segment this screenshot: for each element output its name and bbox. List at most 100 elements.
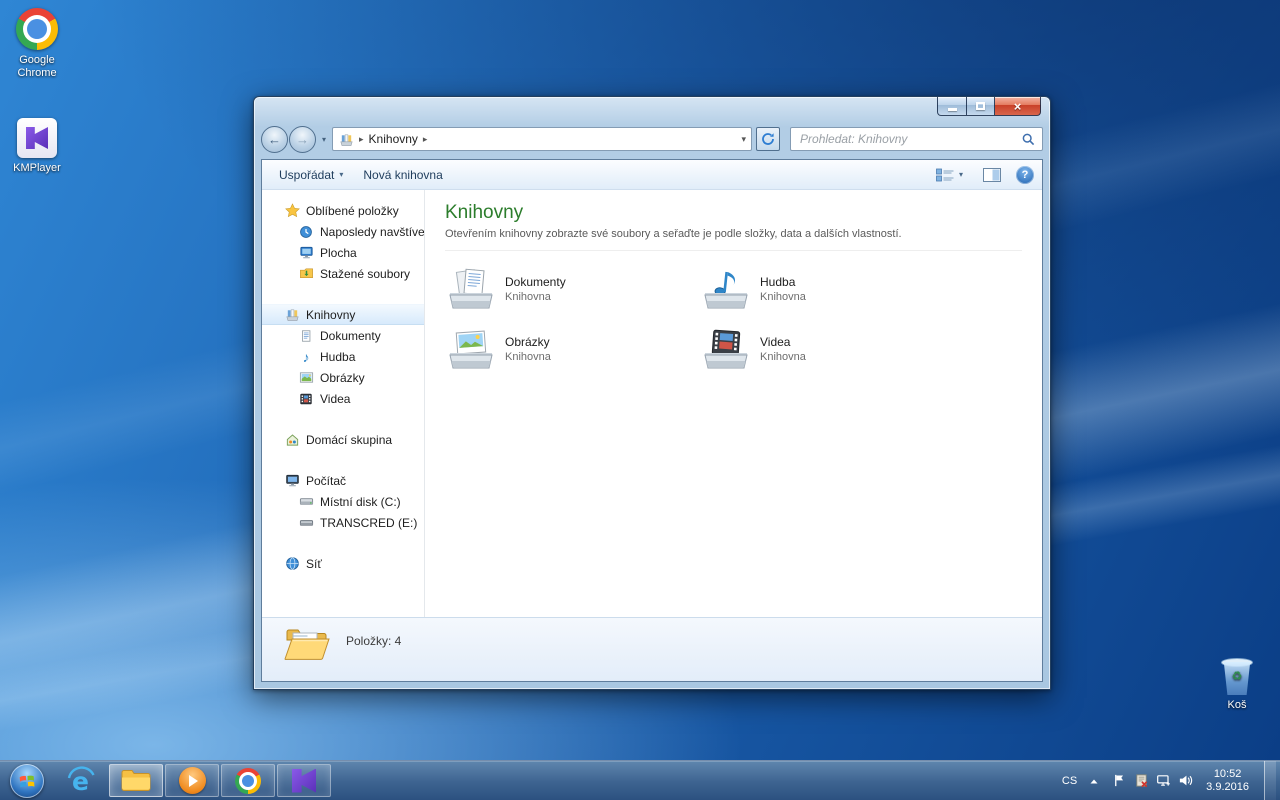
sidebar-item-removable-disk[interactable]: TRANSCRED (E:) bbox=[262, 512, 424, 533]
libraries-group: Knihovny Dokumenty ♪ Hudba Obrázky Videa bbox=[262, 304, 424, 409]
taskbar-ie-button[interactable]: e bbox=[54, 761, 108, 800]
sidebar-item-pictures[interactable]: Obrázky bbox=[262, 367, 424, 388]
maximize-button[interactable] bbox=[966, 97, 995, 116]
show-desktop-button[interactable] bbox=[1264, 761, 1276, 800]
downloads-icon bbox=[298, 266, 314, 282]
help-icon: ? bbox=[1021, 168, 1029, 181]
address-bar[interactable]: ▸ Knihovny ▸ ▾ bbox=[332, 127, 753, 151]
computer-icon bbox=[284, 473, 300, 489]
preview-pane-button[interactable] bbox=[978, 164, 1006, 186]
tray-icons bbox=[1111, 773, 1193, 789]
system-tray: CS 10:52 3.9.2016 bbox=[1062, 761, 1280, 800]
chrome-icon bbox=[16, 8, 58, 50]
network-icon[interactable] bbox=[1155, 773, 1171, 789]
sidebar-item-label: Videa bbox=[320, 391, 351, 406]
organize-label: Uspořádat bbox=[279, 167, 335, 182]
desktop-icon-label: KMPlayer bbox=[13, 162, 61, 174]
sidebar-item-recent[interactable]: Naposledy navštívené bbox=[262, 221, 424, 242]
desktop-icon-label: Koš bbox=[1227, 699, 1247, 711]
title-bar[interactable] bbox=[254, 97, 1050, 123]
sidebar-item-libraries[interactable]: Knihovny bbox=[262, 304, 424, 325]
sidebar-item-videos[interactable]: Videa bbox=[262, 388, 424, 409]
close-button[interactable]: × bbox=[995, 97, 1041, 116]
breadcrumb-segment[interactable]: Knihovny bbox=[369, 132, 418, 146]
language-indicator[interactable]: CS bbox=[1062, 775, 1077, 787]
sidebar-item-documents[interactable]: Dokumenty bbox=[262, 325, 424, 346]
tray-alert-icon[interactable] bbox=[1133, 773, 1149, 789]
library-type: Knihovna bbox=[760, 291, 806, 303]
sidebar-item-music[interactable]: ♪ Hudba bbox=[262, 346, 424, 367]
sidebar-item-label: Knihovny bbox=[306, 307, 356, 322]
sidebar-item-label: TRANSCRED (E:) bbox=[320, 515, 418, 530]
library-item-music[interactable]: Hudba Knihovna bbox=[700, 264, 955, 314]
music-library-icon bbox=[704, 271, 748, 309]
desktop-icon-recycle-bin[interactable]: ♻ Koš bbox=[1200, 655, 1274, 712]
sidebar-item-label: Stažené soubory bbox=[320, 266, 411, 281]
desktop-icon-chrome[interactable]: Google Chrome bbox=[0, 8, 74, 80]
content-pane: Knihovny Otevřením knihovny zobrazte své… bbox=[425, 190, 1042, 617]
search-box bbox=[790, 127, 1043, 151]
internet-explorer-icon: e bbox=[67, 765, 95, 796]
sidebar-item-network[interactable]: Síť bbox=[262, 553, 424, 574]
breadcrumb-chevron-icon[interactable]: ▸ bbox=[423, 134, 428, 145]
media-player-icon bbox=[178, 767, 206, 794]
library-item-pictures[interactable]: Obrázky Knihovna bbox=[445, 324, 700, 374]
search-input[interactable] bbox=[798, 131, 1022, 147]
clock-date: 3.9.2016 bbox=[1206, 780, 1249, 793]
new-library-button[interactable]: Nová knihovna bbox=[354, 164, 451, 186]
change-view-button[interactable]: ▾ bbox=[931, 164, 968, 186]
library-name: Videa bbox=[760, 335, 791, 349]
library-item-documents[interactable]: Dokumenty Knihovna bbox=[445, 264, 700, 314]
taskbar-explorer-button[interactable] bbox=[109, 764, 163, 797]
sidebar-item-downloads[interactable]: Stažené soubory bbox=[262, 263, 424, 284]
library-name: Dokumenty bbox=[505, 275, 566, 289]
minimize-icon bbox=[947, 108, 957, 111]
help-button[interactable]: ? bbox=[1016, 165, 1034, 184]
sidebar-item-label: Naposledy navštívené bbox=[320, 224, 425, 239]
computer-group: Počítač Místní disk (C:) TRANSCRED (E:) bbox=[262, 470, 424, 533]
recycle-bin-icon: ♻ bbox=[1220, 655, 1254, 695]
sidebar-item-label: Počítač bbox=[306, 473, 347, 488]
sidebar-item-label: Oblíbené položky bbox=[306, 203, 399, 218]
folder-icon bbox=[121, 770, 151, 791]
maximize-icon bbox=[976, 102, 985, 110]
back-button[interactable]: ← bbox=[261, 125, 288, 153]
caption-buttons: × bbox=[937, 97, 1041, 116]
organize-button[interactable]: Uspořádat ▾ bbox=[270, 164, 352, 186]
address-dropdown-icon[interactable]: ▾ bbox=[741, 134, 746, 145]
items-count: Položky: 4 bbox=[346, 634, 402, 648]
library-type: Knihovna bbox=[760, 351, 806, 363]
folder-large-icon bbox=[284, 629, 330, 660]
minimize-button[interactable] bbox=[937, 97, 966, 116]
sidebar-item-desktop[interactable]: Plocha bbox=[262, 242, 424, 263]
sidebar-item-favorites[interactable]: Oblíbené položky bbox=[262, 200, 424, 221]
desktop-icon-kmplayer[interactable]: KMPlayer bbox=[0, 118, 74, 175]
sidebar-item-local-disk[interactable]: Místní disk (C:) bbox=[262, 491, 424, 512]
page-subtitle: Otevřením knihovny zobrazte své soubory … bbox=[445, 228, 1022, 251]
sidebar-item-label: Dokumenty bbox=[320, 328, 381, 343]
library-item-videos[interactable]: Videa Knihovna bbox=[700, 324, 955, 374]
documents-icon bbox=[298, 328, 314, 344]
clock-time: 10:52 bbox=[1213, 767, 1242, 780]
details-pane: Položky: 4 bbox=[262, 617, 1042, 681]
recent-places-icon bbox=[298, 224, 314, 240]
dropdown-caret-icon: ▾ bbox=[958, 170, 963, 179]
libraries-grid: Dokumenty Knihovna Hudba Knihovna Obrázk… bbox=[445, 264, 1022, 374]
preview-pane-icon bbox=[983, 167, 1001, 182]
forward-button[interactable]: → bbox=[289, 125, 316, 153]
history-dropdown-icon[interactable]: ▾ bbox=[322, 135, 326, 144]
desktop-monitor-icon bbox=[298, 245, 314, 261]
taskbar-chrome-button[interactable] bbox=[221, 764, 275, 797]
sidebar-item-homegroup[interactable]: Domácí skupina bbox=[262, 429, 424, 450]
refresh-button[interactable] bbox=[756, 127, 781, 151]
search-icon[interactable] bbox=[1022, 133, 1035, 146]
start-button[interactable] bbox=[0, 761, 54, 800]
show-hidden-icons-button[interactable] bbox=[1086, 773, 1102, 789]
taskbar-clock[interactable]: 10:52 3.9.2016 bbox=[1206, 768, 1249, 794]
action-center-flag-icon[interactable] bbox=[1111, 773, 1127, 789]
taskbar-kmplayer-button[interactable] bbox=[277, 764, 331, 797]
taskbar-media-player-button[interactable] bbox=[165, 764, 219, 797]
navigation-pane: Oblíbené položky Naposledy navštívené Pl… bbox=[262, 190, 425, 617]
sidebar-item-computer[interactable]: Počítač bbox=[262, 470, 424, 491]
volume-icon[interactable] bbox=[1177, 773, 1193, 789]
